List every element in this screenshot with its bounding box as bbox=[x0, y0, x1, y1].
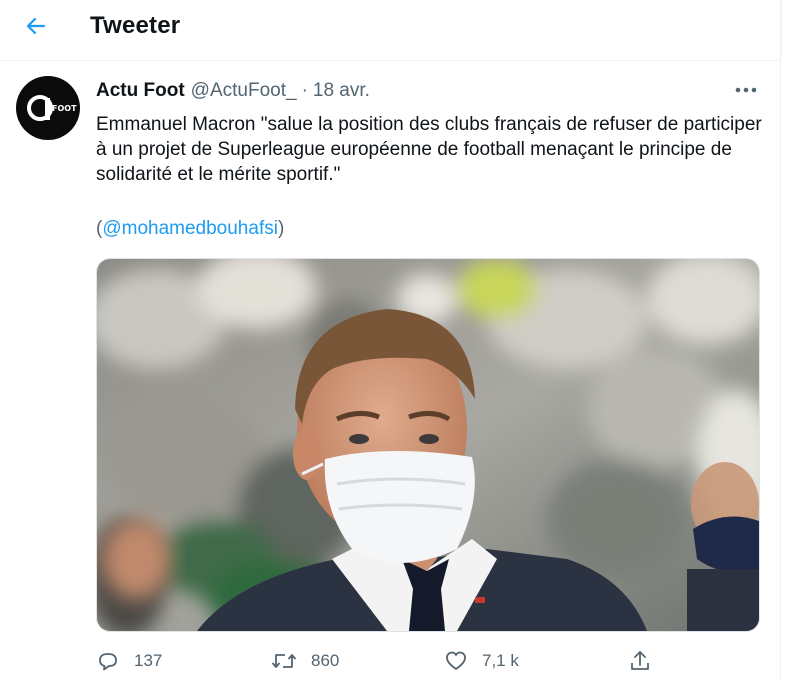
avatar-logo-text: FOOT bbox=[52, 104, 77, 113]
like-count: 7,1 k bbox=[482, 651, 519, 670]
more-button[interactable] bbox=[734, 80, 758, 100]
tweet-actions: 137 860 7,1 k bbox=[96, 646, 766, 676]
tweet-time[interactable]: 18 avr. bbox=[313, 80, 370, 102]
back-button[interactable] bbox=[20, 10, 52, 42]
retweet-button[interactable]: 860 bbox=[271, 646, 339, 676]
mention-line: (@mohamedbouhafsi) bbox=[96, 216, 284, 241]
like-icon bbox=[446, 651, 466, 670]
column-border bbox=[780, 0, 781, 682]
more-icon bbox=[735, 87, 757, 93]
like-button[interactable]: 7,1 k bbox=[444, 646, 519, 676]
reply-count: 137 bbox=[134, 651, 163, 670]
tweet-body: Emmanuel Macron "salue la position des c… bbox=[96, 114, 762, 185]
mention-link[interactable]: @mohamedbouhafsi bbox=[102, 218, 278, 239]
reply-icon bbox=[99, 653, 117, 671]
tweet-text: Emmanuel Macron "salue la position des c… bbox=[96, 112, 766, 187]
back-arrow-icon bbox=[26, 17, 46, 35]
retweet-icon bbox=[271, 654, 297, 668]
avatar[interactable]: FOOT bbox=[16, 76, 80, 140]
top-bar: Tweeter bbox=[0, 0, 782, 56]
author-handle[interactable]: @ActuFoot_ bbox=[191, 80, 297, 102]
separator: · bbox=[301, 80, 308, 101]
reply-button[interactable]: 137 bbox=[96, 646, 162, 676]
mention-close: ) bbox=[277, 218, 285, 239]
retweet-count: 860 bbox=[311, 651, 340, 670]
header-divider bbox=[0, 60, 781, 61]
share-button[interactable] bbox=[628, 646, 652, 676]
tweet-header: Actu Foot @ActuFoot_ · 18 avr. bbox=[96, 80, 370, 104]
tweet-photo[interactable] bbox=[96, 258, 760, 632]
author-name[interactable]: Actu Foot bbox=[96, 80, 185, 102]
share-icon bbox=[631, 651, 649, 670]
page-title: Tweeter bbox=[90, 12, 181, 39]
